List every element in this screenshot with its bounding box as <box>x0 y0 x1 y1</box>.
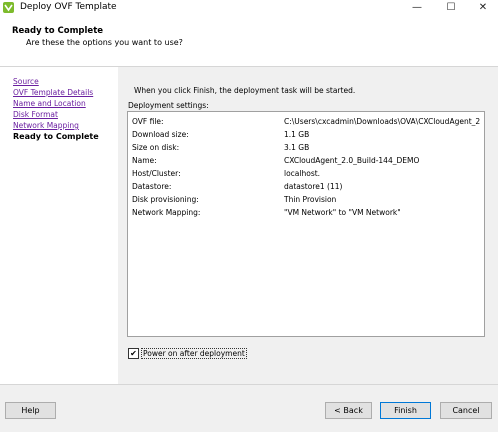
title-bar: Deploy OVF Template — ☐ ✕ <box>0 0 498 16</box>
setting-key: Size on disk: <box>132 143 180 152</box>
power-on-checkbox[interactable]: ✔ <box>128 348 139 359</box>
setting-row-disk-provisioning: Disk provisioning: Thin Provision <box>132 195 482 207</box>
setting-key: Disk provisioning: <box>132 195 199 204</box>
close-button[interactable]: ✕ <box>468 0 498 16</box>
step-disk-format[interactable]: Disk Format <box>13 110 58 119</box>
setting-value: datastore1 (11) <box>284 182 343 191</box>
step-ready-to-complete: Ready to Complete <box>13 132 99 141</box>
setting-key: Network Mapping: <box>132 208 201 217</box>
setting-value: Thin Provision <box>284 195 337 204</box>
power-on-label[interactable]: Power on after deployment <box>141 348 247 359</box>
setting-value: "VM Network" to "VM Network" <box>284 208 401 217</box>
setting-value: C:\Users\cxcadmin\Downloads\OVA\CXCloudA… <box>284 117 480 126</box>
window-title: Deploy OVF Template <box>20 2 117 12</box>
wizard-steps-sidebar: Source OVF Template Details Name and Loc… <box>0 67 118 384</box>
setting-row-host-cluster: Host/Cluster: localhost. <box>132 169 482 181</box>
intro-text: When you click Finish, the deployment ta… <box>134 86 356 95</box>
setting-key: Datastore: <box>132 182 172 191</box>
step-name-and-location[interactable]: Name and Location <box>13 99 86 108</box>
finish-button[interactable]: Finish <box>380 402 431 419</box>
step-source[interactable]: Source <box>13 77 39 86</box>
deployment-settings-box: OVF file: C:\Users\cxcadmin\Downloads\OV… <box>127 111 485 337</box>
back-button[interactable]: < Back <box>325 402 372 419</box>
setting-key: Host/Cluster: <box>132 169 181 178</box>
setting-value: CXCloudAgent_2.0_Build-144_DEMO <box>284 156 420 165</box>
setting-key: Name: <box>132 156 157 165</box>
maximize-button[interactable]: ☐ <box>436 0 466 16</box>
setting-value: 1.1 GB <box>284 130 310 139</box>
cancel-button[interactable]: Cancel <box>440 402 492 419</box>
page-title: Ready to Complete <box>12 26 104 36</box>
minimize-button[interactable]: — <box>402 0 432 16</box>
setting-value: localhost. <box>284 169 321 178</box>
setting-row-network-mapping: Network Mapping: "VM Network" to "VM Net… <box>132 208 482 220</box>
page-subtitle: Are these the options you want to use? <box>26 38 183 47</box>
wizard-header: Ready to Complete Are these the options … <box>0 16 498 66</box>
help-button[interactable]: Help <box>5 402 56 419</box>
setting-row-download-size: Download size: 1.1 GB <box>132 130 482 142</box>
step-ovf-template-details[interactable]: OVF Template Details <box>13 88 93 97</box>
setting-row-datastore: Datastore: datastore1 (11) <box>132 182 482 194</box>
deployment-settings-label: Deployment settings: <box>128 101 209 110</box>
setting-row-size-on-disk: Size on disk: 3.1 GB <box>132 143 482 155</box>
step-network-mapping[interactable]: Network Mapping <box>13 121 79 130</box>
vsphere-app-icon <box>3 2 14 13</box>
setting-value: 3.1 GB <box>284 143 310 152</box>
setting-row-ovf-file: OVF file: C:\Users\cxcadmin\Downloads\OV… <box>132 117 482 129</box>
setting-row-name: Name: CXCloudAgent_2.0_Build-144_DEMO <box>132 156 482 168</box>
setting-key: Download size: <box>132 130 189 139</box>
setting-key: OVF file: <box>132 117 164 126</box>
